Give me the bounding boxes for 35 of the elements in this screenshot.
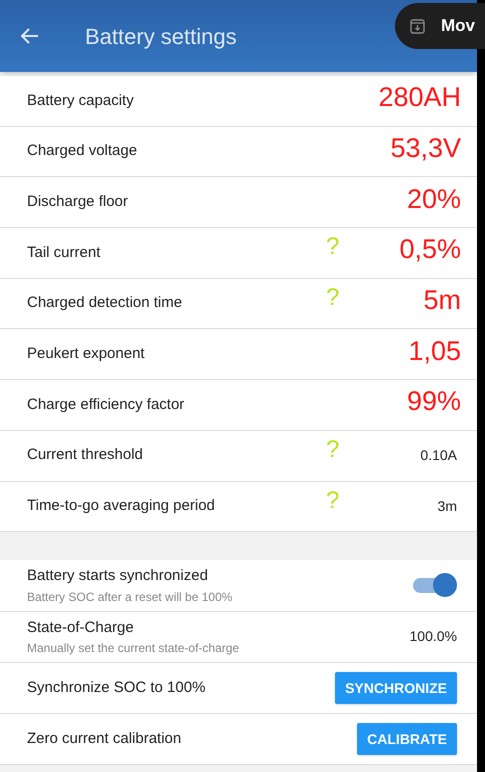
- annotation-text: 5m: [423, 287, 461, 314]
- setting-value[interactable]: 100.0%: [410, 626, 457, 648]
- annotation-text: 0,5%: [399, 236, 461, 264]
- setting-label: Charged detection time: [27, 293, 182, 314]
- toggle-switch[interactable]: [413, 573, 457, 598]
- setting-label: Synchronize SOC to 100%: [27, 678, 206, 698]
- back-icon[interactable]: [19, 27, 39, 45]
- setting-label: Discharge floor: [27, 192, 128, 212]
- setting-value[interactable]: 0.10A: [420, 445, 457, 466]
- question-mark: ?: [326, 284, 340, 312]
- setting-label: Zero current calibration: [27, 728, 182, 749]
- setting-description: Manually set the current state-of-charge: [27, 640, 240, 658]
- page-title: Battery settings: [85, 22, 237, 51]
- annotation-text: 280AH: [378, 84, 461, 112]
- setting-label: Battery capacity: [27, 90, 134, 111]
- question-mark: ?: [326, 233, 340, 262]
- setting-label: Charge efficiency factor: [27, 394, 184, 415]
- setting-label: Peukert exponent: [27, 344, 145, 364]
- setting-label: Battery starts synchronized: [27, 566, 209, 586]
- annotation-text: 99%: [406, 388, 461, 416]
- setting-label: State-of-Charge: [27, 618, 135, 638]
- annotation-text: 20%: [406, 186, 461, 213]
- question-mark: ?: [326, 436, 340, 464]
- notification-pill[interactable]: Mov: [395, 3, 485, 49]
- download-box-icon: [410, 18, 425, 34]
- setting-label: Charged voltage: [27, 141, 138, 162]
- setting-label: Tail current: [27, 242, 100, 263]
- annotation-text: 1,05: [408, 338, 461, 365]
- setting-label: Current threshold: [27, 445, 143, 466]
- notification-text: Mov: [441, 15, 475, 38]
- question-mark: ?: [326, 486, 340, 514]
- annotation-text: 53,3V: [390, 135, 461, 162]
- setting-description: Battery SOC after a reset will be 100%: [27, 588, 232, 606]
- setting-label: Time-to-go averaging period: [27, 496, 215, 516]
- setting-value[interactable]: 3m: [438, 496, 457, 517]
